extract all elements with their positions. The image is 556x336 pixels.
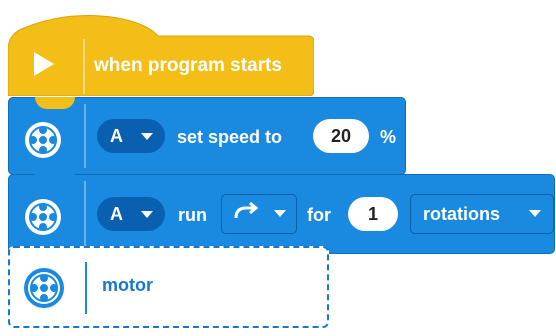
motor-icon — [25, 122, 61, 158]
block-divider — [84, 104, 86, 168]
chevron-down-icon — [529, 210, 541, 217]
hat-label: when program starts — [94, 55, 282, 76]
play-icon — [34, 52, 54, 76]
block-notch — [35, 97, 75, 109]
block-divider — [84, 181, 86, 247]
set-speed-label: set speed to — [177, 127, 283, 147]
run-rotations-block[interactable]: A run for 1 rotations — [8, 174, 555, 254]
hat-divider — [83, 39, 85, 94]
for-label: for — [307, 205, 331, 225]
ghost-divider — [85, 262, 87, 314]
chevron-down-icon — [274, 210, 286, 217]
motor-icon — [24, 268, 64, 308]
port-dropdown[interactable]: A — [97, 119, 165, 153]
clockwise-arrow-icon — [234, 202, 259, 219]
run-label: run — [178, 205, 207, 225]
chevron-down-icon — [141, 211, 153, 218]
port-value: A — [110, 125, 123, 146]
block-notch — [35, 174, 75, 186]
motor-icon — [25, 199, 61, 235]
unit-dropdown[interactable]: rotations — [410, 194, 554, 234]
direction-dropdown[interactable] — [221, 194, 297, 234]
speed-value-input[interactable]: 20 — [313, 119, 369, 153]
speed-unit: % — [380, 127, 397, 147]
motor-label: motor — [102, 275, 153, 295]
port-value: A — [110, 203, 123, 224]
port-dropdown[interactable]: A — [97, 197, 165, 231]
unit-value: rotations — [423, 204, 501, 224]
set-speed-block[interactable]: A set speed to 20 % — [8, 97, 406, 175]
chevron-down-icon — [141, 133, 153, 140]
rotations-value-input[interactable]: 1 — [348, 197, 398, 231]
motor-palette-ghost-block[interactable]: motor — [8, 246, 329, 328]
